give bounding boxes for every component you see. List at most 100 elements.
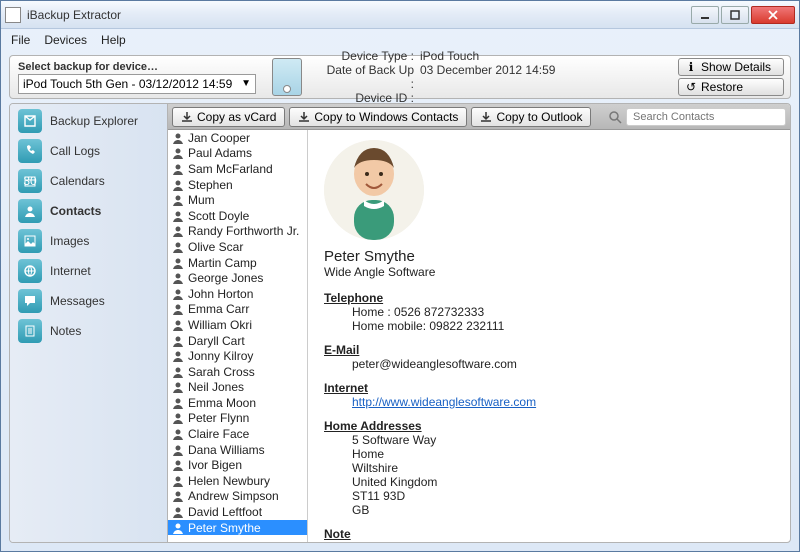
menu-devices[interactable]: Devices	[44, 33, 87, 47]
contact-row[interactable]: Jan Cooper	[168, 130, 307, 146]
sidebar-item-images[interactable]: Images	[10, 226, 167, 256]
address-line: 5 Software Way	[324, 433, 774, 447]
person-icon	[172, 132, 184, 144]
contact-row[interactable]: Emma Carr	[168, 302, 307, 318]
contact-row-label: Emma Carr	[188, 302, 249, 316]
close-button[interactable]	[751, 6, 795, 24]
contact-row-label: Sam McFarland	[188, 162, 273, 176]
contact-row[interactable]: George Jones	[168, 270, 307, 286]
contact-row[interactable]: Martin Camp	[168, 255, 307, 271]
sidebar-item-backup-explorer[interactable]: Backup Explorer	[10, 106, 167, 136]
contact-row[interactable]: Randy Forthworth Jr.	[168, 224, 307, 240]
sidebar-item-label: Messages	[50, 294, 105, 308]
contact-row[interactable]: Daryll Cart	[168, 333, 307, 349]
maximize-button[interactable]	[721, 6, 749, 24]
copy-outlook-label: Copy to Outlook	[496, 110, 582, 124]
contact-row-label: Sarah Cross	[188, 365, 255, 379]
contact-row-label: Randy Forthworth Jr.	[188, 224, 299, 238]
copy-outlook-button[interactable]: Copy to Outlook	[471, 107, 591, 127]
device-info: Device Type :iPod Touch Date of Back Up …	[310, 47, 672, 107]
show-details-button[interactable]: ℹShow Details	[678, 58, 784, 76]
topbar: Select backup for device… iPod Touch 5th…	[9, 55, 791, 99]
toolbar: Copy as vCard Copy to Windows Contacts C…	[168, 104, 790, 130]
download-icon	[181, 111, 193, 123]
contact-company: Wide Angle Software	[324, 265, 774, 279]
search-icon	[608, 110, 622, 124]
main-panel: Copy as vCard Copy to Windows Contacts C…	[168, 104, 790, 542]
contact-row[interactable]: Dana Williams	[168, 442, 307, 458]
contact-row[interactable]: Peter Flynn	[168, 411, 307, 427]
person-icon	[172, 147, 184, 159]
sidebar-item-notes[interactable]: Notes	[10, 316, 167, 346]
person-icon	[172, 506, 184, 518]
body: Backup ExplorerCall Logs 30 Calendars Conta…	[9, 103, 791, 543]
contact-row-label: Dana Williams	[188, 443, 265, 457]
copy-vcard-button[interactable]: Copy as vCard	[172, 107, 285, 127]
contact-row[interactable]: Sam McFarland	[168, 161, 307, 177]
copy-windows-contacts-button[interactable]: Copy to Windows Contacts	[289, 107, 467, 127]
restore-button[interactable]: ↺Restore	[678, 78, 784, 96]
contact-row-label: Jan Cooper	[188, 131, 250, 145]
sidebar-item-label: Calendars	[50, 174, 105, 188]
contact-row[interactable]: Stephen	[168, 177, 307, 193]
contact-row-label: Helen Newbury	[188, 474, 270, 488]
person-icon	[172, 288, 184, 300]
sidebar-item-contacts[interactable]: Contacts	[10, 196, 167, 226]
contact-row[interactable]: Andrew Simpson	[168, 489, 307, 505]
contact-row[interactable]: David Leftfoot	[168, 504, 307, 520]
contact-row[interactable]: Peter Smythe	[168, 520, 307, 536]
person-icon	[172, 303, 184, 315]
contact-row[interactable]: Ivor Bigen	[168, 457, 307, 473]
contact-row[interactable]: William Okri	[168, 317, 307, 333]
contact-row[interactable]: Neil Jones	[168, 380, 307, 396]
nav-icon	[18, 199, 42, 223]
contact-row[interactable]: Olive Scar	[168, 239, 307, 255]
contact-list[interactable]: Jan CooperPaul AdamsSam McFarlandStephen…	[168, 130, 308, 542]
sidebar-item-messages[interactable]: Messages	[10, 286, 167, 316]
contact-row[interactable]: Scott Doyle	[168, 208, 307, 224]
titlebar[interactable]: iBackup Extractor	[1, 1, 799, 29]
contact-row-label: Neil Jones	[188, 380, 244, 394]
contact-row-label: Ivor Bigen	[188, 458, 242, 472]
address-line: ST11 93D	[324, 489, 774, 503]
contact-row[interactable]: Jonny Kilroy	[168, 348, 307, 364]
contact-row-label: David Leftfoot	[188, 505, 262, 519]
sidebar-item-call-logs[interactable]: Call Logs	[10, 136, 167, 166]
menu-file[interactable]: File	[11, 33, 30, 47]
contact-name: Peter Smythe	[324, 248, 774, 265]
minimize-button[interactable]	[691, 6, 719, 24]
person-icon	[172, 459, 184, 471]
contact-row-label: Scott Doyle	[188, 209, 249, 223]
contact-row[interactable]: Sarah Cross	[168, 364, 307, 380]
address-line: GB	[324, 503, 774, 517]
avatar	[324, 140, 424, 240]
note-heading: Note	[324, 527, 774, 541]
device-type-value: iPod Touch	[420, 49, 479, 63]
contact-row[interactable]: Emma Moon	[168, 395, 307, 411]
download-icon	[480, 111, 492, 123]
telephone-heading: Telephone	[324, 291, 774, 305]
contact-row[interactable]: Helen Newbury	[168, 473, 307, 489]
person-icon	[172, 412, 184, 424]
address-line: United Kingdom	[324, 475, 774, 489]
contact-row[interactable]: John Horton	[168, 286, 307, 302]
person-icon	[172, 335, 184, 347]
search-input[interactable]	[626, 108, 786, 126]
sidebar-item-internet[interactable]: Internet	[10, 256, 167, 286]
window-title: iBackup Extractor	[27, 8, 691, 22]
backup-combobox[interactable]: iPod Touch 5th Gen - 03/12/2012 14:59 ▼	[18, 74, 256, 94]
svg-text:30: 30	[23, 174, 37, 188]
person-icon	[172, 428, 184, 440]
contact-row[interactable]: Mum	[168, 192, 307, 208]
menu-help[interactable]: Help	[101, 33, 126, 47]
contact-row[interactable]: Claire Face	[168, 426, 307, 442]
window: iBackup Extractor File Devices Help Sele…	[0, 0, 800, 552]
person-icon	[172, 366, 184, 378]
sidebar-item-calendars[interactable]: 30 Calendars	[10, 166, 167, 196]
person-icon	[172, 350, 184, 362]
contact-row[interactable]: Paul Adams	[168, 146, 307, 162]
restore-label: Restore	[701, 80, 743, 94]
internet-link[interactable]: http://www.wideanglesoftware.com	[352, 395, 536, 409]
left-nav: Backup ExplorerCall Logs 30 Calendars Conta…	[10, 104, 168, 542]
person-icon	[172, 210, 184, 222]
